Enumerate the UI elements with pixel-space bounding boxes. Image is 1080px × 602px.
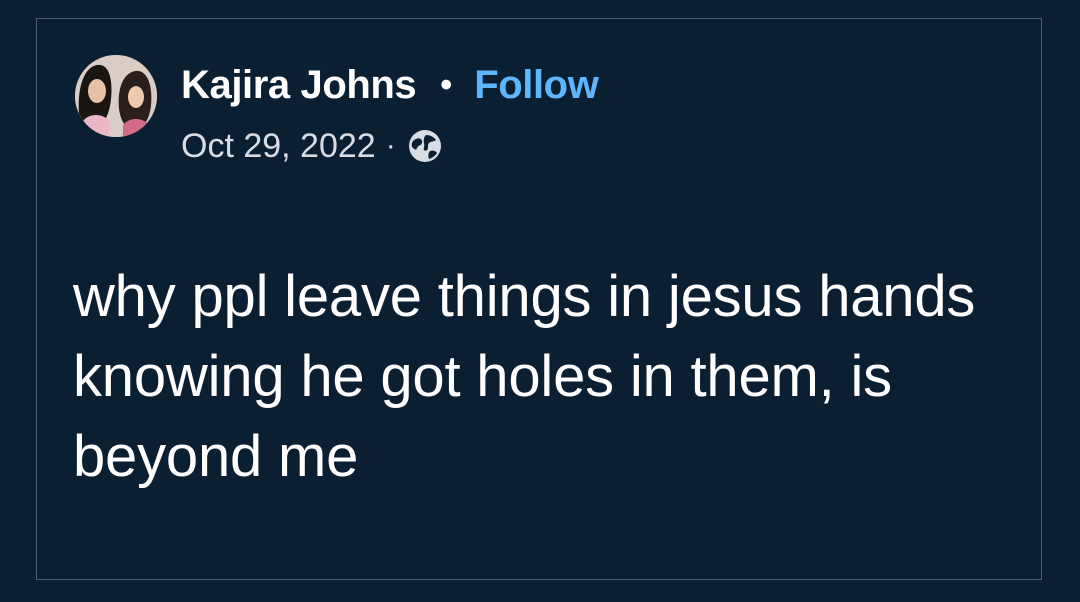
name-separator-dot: • [440,65,453,104]
follow-button[interactable]: Follow [474,63,599,108]
avatar-image [75,55,157,137]
author-name[interactable]: Kajira Johns [181,63,417,108]
post-card: Kajira Johns • Follow Oct 29, 2022 · why… [36,18,1042,580]
post-text: why ppl leave things in jesus hands know… [73,264,976,489]
meta-row: Oct 29, 2022 · [181,123,444,169]
meta-separator: · [385,129,396,162]
post-date[interactable]: Oct 29, 2022 [181,127,376,166]
avatar[interactable] [75,55,157,137]
author-row: Kajira Johns • Follow [181,59,599,111]
globe-icon [406,127,444,165]
